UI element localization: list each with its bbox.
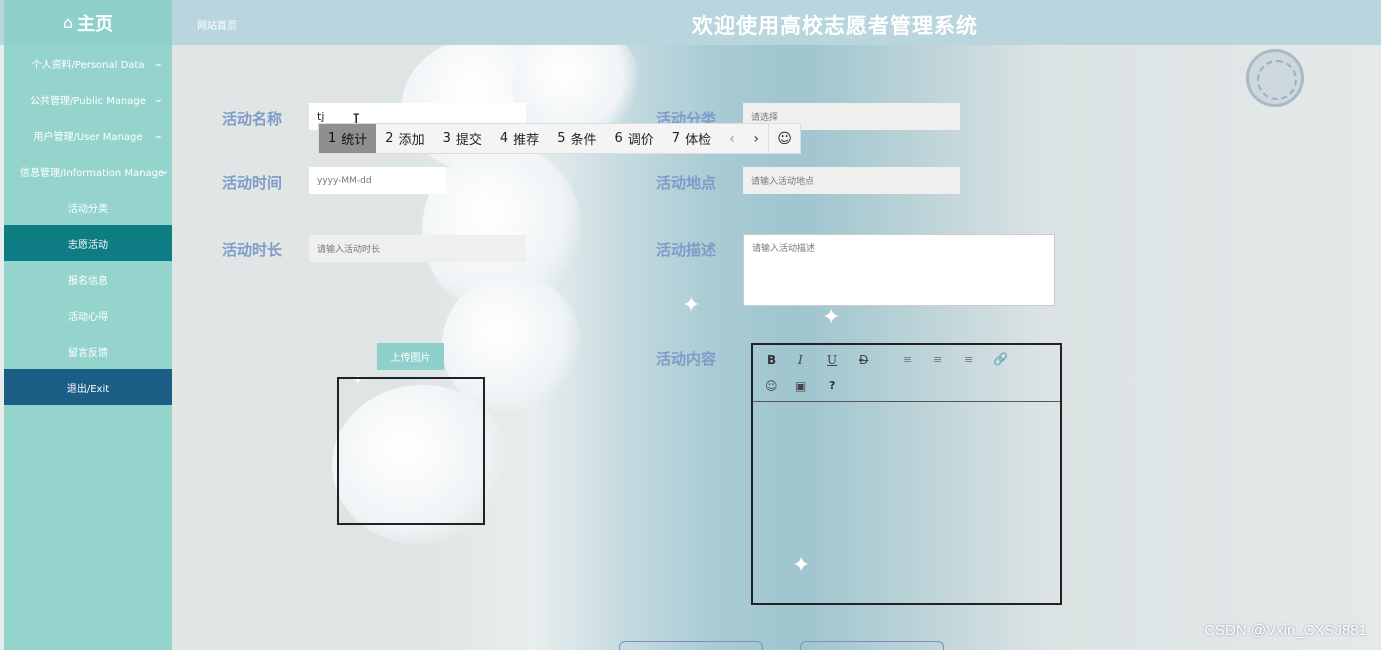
home-label: 主页 [77, 13, 114, 35]
ime-candidate[interactable]: 5 条件 [548, 124, 605, 153]
emoji-icon[interactable]: ☺ [765, 379, 778, 393]
candidate-number: 1 [328, 131, 337, 146]
activity-description-textarea[interactable]: 请输入活动描述 [743, 234, 1055, 306]
sidebar-group-information-manage[interactable]: 信息管理/Information Manage ⌄ [4, 153, 172, 189]
exit-button[interactable]: 退出/Exit [4, 369, 172, 405]
chevron-down-icon: ⌄ [151, 129, 164, 141]
sidebar-item-label: 报名信息 [68, 275, 108, 287]
ime-candidate-bar: 1 统计 2 添加 3 提交 4 推荐 5 条件 6 调价 7 体检 ‹ › ☺ [318, 123, 801, 154]
activity-name-label: 活动名称 [222, 110, 283, 128]
candidate-number: 4 [499, 131, 509, 146]
chevron-down-icon: ⌄ [157, 165, 170, 177]
candidate-text: 提交 [455, 133, 482, 148]
sparkle-decoration: ✦ [822, 305, 841, 330]
candidate-text: 添加 [398, 133, 425, 148]
bold-icon[interactable]: B [767, 353, 776, 367]
candidate-text: 推荐 [513, 133, 540, 148]
sparkle-decoration: ✦ [682, 293, 701, 318]
top-header: ⌂ 主页 网站首页 欢迎使用高校志愿者管理系统 [0, 0, 1381, 45]
sidebar-group-label: 用户管理/User Manage [33, 131, 143, 143]
strikethrough-icon[interactable]: Đ [859, 353, 868, 367]
ime-candidate[interactable]: 6 调价 [605, 124, 662, 153]
candidate-text: 调价 [627, 133, 654, 148]
cancel-button[interactable] [800, 641, 944, 650]
candidate-number: 5 [557, 131, 566, 146]
ime-candidate[interactable]: 4 推荐 [491, 124, 548, 153]
submit-button[interactable] [619, 641, 763, 650]
ime-candidate[interactable]: 7 体检 [663, 124, 720, 153]
sidebar-group-label: 个人资料/Personal Data [31, 59, 145, 71]
activity-content-label: 活动内容 [656, 350, 717, 368]
sidebar-item-registration-info[interactable]: 报名信息 [4, 261, 172, 297]
activity-description-label: 活动描述 [656, 241, 717, 259]
sidebar-item-label: 活动分类 [68, 203, 108, 215]
editor-toolbar: B I U Đ ≡ ≡ ≡ 🔗 ☺ ▣ ? [753, 345, 1060, 402]
sidebar: 个人资料/Personal Data ⌄ 公共管理/Public Manage … [4, 45, 172, 650]
candidate-number: 2 [385, 131, 394, 146]
candidate-number: 7 [671, 131, 681, 146]
exit-label: 退出/Exit [66, 383, 110, 395]
page-title: 欢迎使用高校志愿者管理系统 [692, 14, 978, 38]
stamp-decoration [1246, 49, 1304, 107]
candidate-number: 3 [442, 131, 451, 146]
sidebar-group-user-manage[interactable]: 用户管理/User Manage ⌄ [4, 117, 172, 153]
sidebar-group-public-manage[interactable]: 公共管理/Public Manage ⌄ [4, 81, 172, 117]
align-right-icon[interactable]: ≡ [964, 353, 973, 366]
activity-time-input[interactable]: yyyy-MM-dd [309, 167, 446, 194]
chevron-down-icon: ⌄ [151, 57, 164, 69]
candidate-text: 统计 [341, 133, 368, 148]
image-preview [337, 377, 485, 525]
ime-candidate[interactable]: 1 统计 [319, 124, 377, 153]
activity-location-label: 活动地点 [656, 174, 717, 192]
rich-text-editor[interactable]: B I U Đ ≡ ≡ ≡ 🔗 ☺ ▣ ? [751, 343, 1062, 605]
italic-icon[interactable]: I [798, 353, 803, 367]
image-icon[interactable]: ▣ [795, 379, 806, 393]
activity-duration-label: 活动时长 [222, 241, 283, 259]
sidebar-item-activity-notes[interactable]: 活动心得 [4, 297, 172, 333]
sidebar-item-activity-category[interactable]: 活动分类 [4, 189, 172, 225]
chevron-down-icon: ⌄ [151, 93, 164, 105]
align-center-icon[interactable]: ≡ [933, 353, 942, 366]
sidebar-group-personal-data[interactable]: 个人资料/Personal Data ⌄ [4, 45, 172, 81]
upload-image-button[interactable]: 上传图片 [377, 343, 444, 370]
help-icon[interactable]: ? [829, 379, 835, 392]
sidebar-group-label: 信息管理/Information Manage [20, 167, 165, 179]
activity-time-label: 活动时间 [222, 174, 283, 192]
candidate-number: 6 [614, 131, 623, 146]
ime-prev-page-icon[interactable]: ‹ [720, 124, 744, 153]
watermark: CSDN @Vxin_CXSJ881 [1204, 622, 1367, 639]
activity-duration-input[interactable]: 请输入活动时长 [309, 235, 526, 262]
editor-content-area[interactable] [753, 402, 1060, 602]
ime-next-page-icon[interactable]: › [744, 124, 768, 153]
site-home-link[interactable]: 网站首页 [197, 17, 237, 32]
sidebar-item-label: 留言反馈 [68, 347, 108, 359]
home-icon: ⌂ [62, 13, 74, 32]
sidebar-item-volunteer-activity[interactable]: 志愿活动 [4, 225, 172, 261]
link-icon[interactable]: 🔗 [993, 352, 1008, 366]
home-link[interactable]: ⌂ 主页 [4, 0, 172, 45]
activity-location-input[interactable]: 请输入活动地点 [743, 167, 960, 194]
sidebar-group-label: 公共管理/Public Manage [30, 95, 146, 107]
candidate-text: 条件 [570, 133, 597, 148]
sidebar-item-feedback[interactable]: 留言反馈 [4, 333, 172, 369]
candidate-text: 体检 [685, 133, 712, 148]
sidebar-item-label: 活动心得 [68, 311, 108, 323]
ime-candidate[interactable]: 3 提交 [434, 124, 491, 153]
underline-icon[interactable]: U [827, 353, 837, 367]
ime-emoji-icon[interactable]: ☺ [768, 124, 800, 153]
align-left-icon[interactable]: ≡ [903, 353, 912, 366]
ime-candidate[interactable]: 2 添加 [376, 124, 433, 153]
sidebar-item-label: 志愿活动 [68, 239, 108, 251]
